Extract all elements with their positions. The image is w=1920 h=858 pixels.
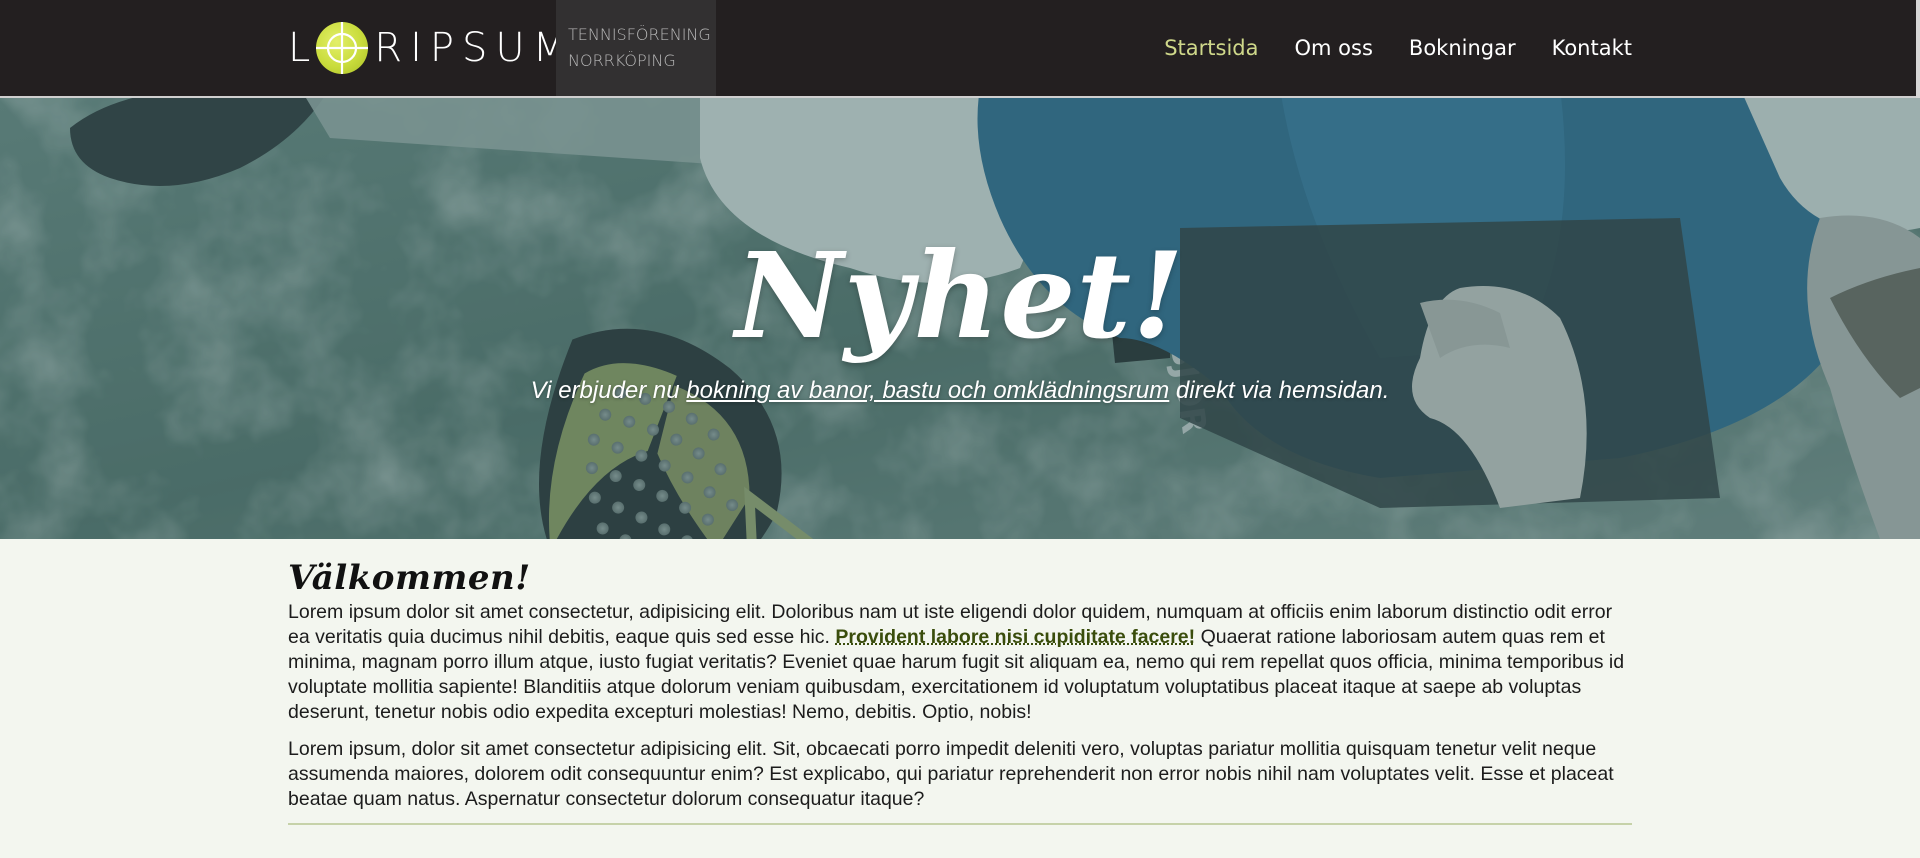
inline-highlight-link[interactable]: Provident labore nisi cupiditate facere! (835, 626, 1195, 648)
club-tagline: TENNISFÖRENING NORRKÖPING (556, 0, 716, 96)
tagline-line-2: NORRKÖPING (568, 51, 676, 70)
main-nav: Startsida Om oss Bokningar Kontakt (1164, 0, 1632, 96)
nav-item-bokningar[interactable]: Bokningar (1409, 36, 1516, 60)
site-header: L RIPSUM TENNISFÖRENING NORRKÖPING Start… (0, 0, 1920, 198)
hero-title: Nyhet! (735, 226, 1185, 365)
logo-letter: L (288, 25, 319, 71)
hero-banner: ÖRN BORG BJÖR (0, 98, 1920, 539)
content-divider (288, 823, 1632, 825)
tennis-ball-icon (316, 22, 369, 74)
welcome-heading: Välkommen! (288, 558, 531, 598)
header-inner: L RIPSUM TENNISFÖRENING NORRKÖPING Start… (288, 0, 1632, 96)
second-paragraph: Lorem ipsum, dolor sit amet consectetur … (288, 738, 1614, 810)
nav-item-om-oss[interactable]: Om oss (1295, 36, 1373, 60)
site-logo[interactable]: L RIPSUM (288, 0, 575, 96)
main-content: Välkommen! Lorem ipsum dolor sit amet co… (288, 556, 1632, 825)
tagline-line-1: TENNISFÖRENING (568, 25, 711, 44)
nav-item-kontakt[interactable]: Kontakt (1552, 36, 1632, 60)
intro-paragraph: Lorem ipsum dolor sit amet consectetur, … (288, 600, 1632, 725)
nav-item-startsida[interactable]: Startsida (1164, 36, 1258, 60)
hero-subtitle-end: direkt via hemsidan. (1169, 377, 1390, 404)
logo-wordmark: RIPSUM (374, 25, 576, 71)
hero-subtitle-start: Vi erbjuder nu (530, 377, 687, 404)
booking-link[interactable]: bokning av banor, bastu och omklädningsr… (686, 377, 1169, 404)
hero-subtitle: Vi erbjuder nu bokning av banor, bastu o… (0, 376, 1920, 406)
